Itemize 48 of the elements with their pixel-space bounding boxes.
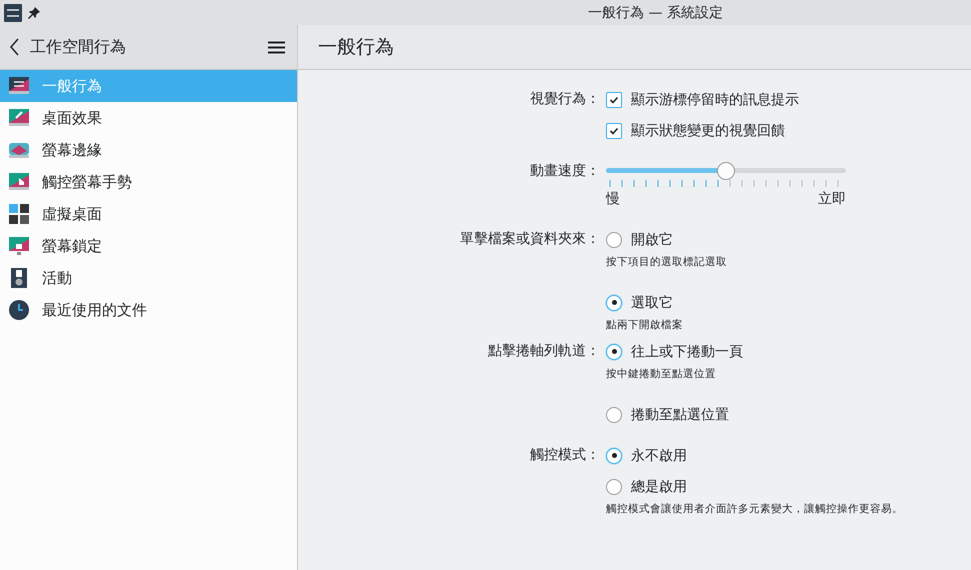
slider-track[interactable] [606, 162, 846, 180]
checkbox[interactable] [606, 92, 622, 108]
radio-option[interactable]: 往上或下捲動一頁 [606, 336, 743, 367]
slider-thumb[interactable] [717, 162, 735, 180]
back-icon[interactable] [10, 38, 20, 56]
pin-icon[interactable] [28, 6, 40, 18]
clock-icon [8, 299, 30, 321]
checkbox[interactable] [606, 122, 622, 138]
radio-button[interactable] [606, 448, 622, 464]
option-hint: 按下項目的選取標記選取 [606, 256, 727, 268]
setting-label: 觸控模式： [530, 447, 600, 463]
radio-button[interactable] [606, 344, 622, 360]
option-hint: 觸控模式會讓使用者介面許多元素變大，讓觸控操作更容易。 [606, 503, 903, 515]
radio-option[interactable]: 選取它 [606, 287, 673, 318]
desktops-icon [8, 203, 30, 225]
setting-label: 單擊檔案或資料夾來： [460, 231, 600, 247]
menu-icon[interactable] [268, 40, 285, 54]
option-hint: 按中鍵捲動至點選位置 [606, 368, 716, 380]
setting-label: 視覺行為： [530, 91, 600, 107]
settings-icon [8, 75, 30, 97]
setting-label: 動畫速度： [530, 163, 600, 179]
option-hint: 點兩下開啟檔案 [606, 319, 683, 331]
radio-option[interactable]: 永不啟用 [606, 440, 687, 471]
sidebar-item[interactable]: 螢幕邊緣 [0, 134, 297, 166]
slider-max-label: 立即 [818, 190, 846, 208]
sidebar-item[interactable]: 活動 [0, 262, 297, 294]
page-title: 一般行為 [318, 35, 394, 60]
sidebar-item[interactable]: 最近使用的文件 [0, 294, 297, 326]
sidebar-item[interactable]: 觸控螢幕手勢 [0, 166, 297, 198]
radio-option[interactable]: 開啟它 [606, 224, 673, 255]
app-icon [4, 4, 22, 22]
checkbox-option[interactable]: 顯示狀態變更的視覺回饋 [606, 115, 785, 146]
radio-button[interactable] [606, 294, 622, 310]
sidebar-title: 工作空間行為 [30, 36, 127, 58]
check-icon [609, 94, 619, 104]
radio-button[interactable] [606, 406, 622, 422]
sidebar-item[interactable]: 螢幕鎖定 [0, 230, 297, 262]
slider-min-label: 慢 [606, 190, 620, 208]
setting-label: 點擊捲軸列軌道： [488, 343, 600, 359]
radio-button[interactable] [606, 232, 622, 248]
radio-button[interactable] [606, 478, 622, 494]
checkbox-option[interactable]: 顯示游標停留時的訊息提示 [606, 84, 799, 115]
sidebar-item[interactable]: 虛擬桌面 [0, 198, 297, 230]
check-icon [609, 126, 619, 136]
window-title: 一般行為 — 系統設定 [587, 4, 724, 22]
radio-option[interactable]: 總是啟用 [606, 471, 687, 502]
sidebar-item[interactable]: 桌面效果 [0, 102, 297, 134]
radio-option[interactable]: 捲動至點選位置 [606, 399, 729, 430]
